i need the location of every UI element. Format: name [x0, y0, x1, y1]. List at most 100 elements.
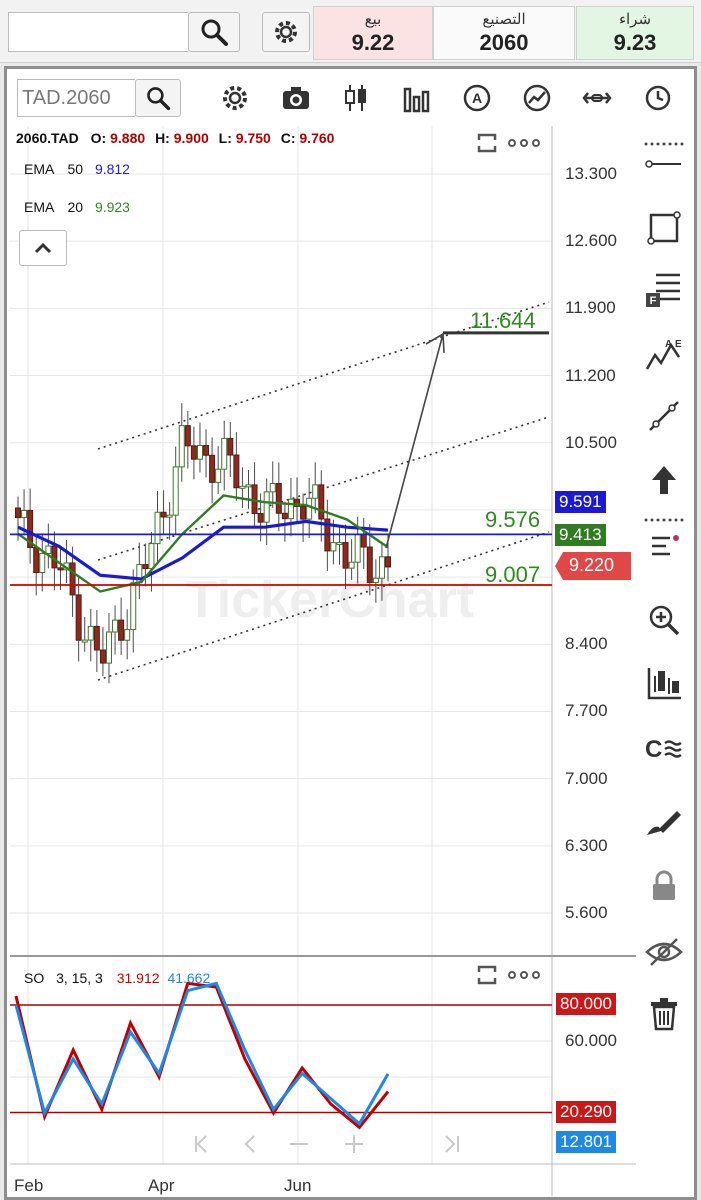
candle-body — [203, 444, 210, 456]
collapse-legend-button[interactable] — [19, 230, 67, 266]
draw-settings-button[interactable] — [644, 800, 684, 840]
trend-line-icon — [649, 401, 679, 431]
settings-icon — [223, 86, 247, 110]
compare-button[interactable] — [521, 82, 553, 114]
quote-bar: بيع 9.22 التصنيع 2060 شراء 9.23 — [0, 0, 701, 63]
candle-body — [348, 561, 355, 569]
trend-line-tool[interactable] — [644, 396, 684, 436]
watermark: TickerChart — [186, 571, 474, 629]
drawings-list-icon — [644, 518, 684, 556]
elliott-wave-tool[interactable]: AE — [644, 335, 684, 375]
candle-body — [378, 556, 385, 579]
svg-text:A: A — [665, 339, 672, 350]
symbol-search-input[interactable] — [8, 12, 188, 52]
svg-text:E: E — [675, 339, 682, 350]
settings-button[interactable] — [262, 12, 310, 52]
candle-body — [15, 507, 21, 519]
ema20-legend[interactable]: EMA 20 9.923 — [24, 199, 130, 215]
rectangle-tool[interactable] — [644, 208, 684, 248]
osc-options-button[interactable] — [507, 966, 541, 984]
hide-icon — [645, 938, 683, 966]
drawings-list-button[interactable] — [644, 518, 684, 560]
search-button[interactable] — [188, 12, 240, 52]
candle-body — [112, 619, 119, 633]
so-d-value: 41.662 — [167, 970, 211, 986]
lock-button[interactable] — [644, 866, 684, 906]
legend-l-value: 9.750 — [235, 130, 271, 146]
candle-body — [196, 444, 203, 460]
sell-quote: بيع 9.22 — [313, 6, 433, 60]
chart-symbol-input[interactable] — [17, 79, 135, 117]
buy-quote: شراء 9.23 — [576, 6, 694, 60]
candle-body — [336, 542, 343, 546]
candle-body — [21, 509, 28, 519]
sell-value: 9.22 — [351, 30, 395, 55]
candle-body — [209, 454, 216, 483]
osc-maximize-button[interactable] — [476, 964, 498, 986]
time-scroll-controls[interactable] — [195, 1135, 459, 1153]
ema50-price-tag: 9.591 — [555, 491, 606, 513]
candle-body — [142, 564, 149, 570]
more-options-icon — [508, 971, 540, 979]
link-button[interactable] — [581, 82, 613, 114]
candle-body — [215, 468, 222, 483]
candle-body — [269, 483, 276, 493]
chart-settings-button[interactable] — [219, 82, 251, 114]
indicators-button[interactable]: A — [461, 82, 493, 114]
time-label-apr: Apr — [148, 1176, 175, 1195]
ema50-value: 9.812 — [94, 161, 130, 177]
maximize-icon — [477, 965, 497, 985]
candle-body — [239, 485, 246, 489]
snapshot-button[interactable] — [280, 82, 312, 114]
time-range-button[interactable] — [642, 82, 674, 114]
fibonacci-icon: F — [646, 273, 680, 307]
candle-body — [69, 562, 76, 596]
candlestick-icon — [345, 85, 366, 111]
delete-drawings-button[interactable] — [644, 994, 684, 1034]
chart-type-candle-button[interactable] — [340, 82, 372, 114]
more-options-icon — [508, 139, 540, 147]
fibonacci-tool[interactable]: F — [644, 270, 684, 310]
arrow-up-tool[interactable] — [644, 460, 684, 500]
measure-tool[interactable] — [644, 664, 684, 704]
compare-icon — [523, 84, 551, 112]
so-legend[interactable]: SO 3, 15, 3 31.912 41.662 — [24, 970, 210, 986]
chevron-up-icon — [34, 242, 52, 254]
so-params: 3, 15, 3 — [56, 970, 103, 986]
search-icon — [201, 19, 228, 46]
hide-drawings-button[interactable] — [644, 932, 684, 972]
candle-body — [172, 466, 179, 516]
candle-body — [360, 533, 367, 548]
last-price-value: 9.220 — [569, 555, 615, 575]
candle-body — [300, 505, 307, 520]
buy-value: 9.23 — [613, 30, 657, 55]
candle-body — [306, 497, 313, 520]
ema20-value: 9.923 — [94, 199, 130, 215]
legend-symbol: 2060.TAD — [16, 130, 79, 146]
price-tick-label: 11.900 — [565, 298, 616, 318]
stochastic-oscillator — [10, 981, 552, 1130]
candle-body — [330, 542, 337, 552]
candle-body — [257, 513, 264, 523]
svg-text:F: F — [650, 295, 657, 307]
ema50-period: 50 — [67, 161, 84, 177]
lock-icon — [653, 870, 675, 900]
candle-body — [245, 484, 252, 488]
pane-maximize-button[interactable] — [476, 132, 498, 154]
magnet-tool[interactable]: C — [644, 728, 684, 768]
rectangle-tool-icon — [647, 211, 681, 245]
horizontal-line-tool[interactable] — [644, 144, 684, 184]
time-label-jun: Jun — [284, 1176, 312, 1195]
price-tick-label: 13.300 — [565, 164, 617, 183]
ema50-legend[interactable]: EMA 50 9.812 — [24, 161, 130, 177]
price-tick-label: 11.200 — [565, 365, 616, 385]
candle-body — [385, 556, 391, 568]
chart-type-bar-button[interactable] — [400, 82, 432, 114]
projection-arrow — [385, 333, 444, 549]
zoom-button[interactable] — [644, 600, 684, 640]
pane-options-button[interactable] — [507, 134, 541, 152]
chart-search-button[interactable] — [135, 79, 181, 117]
line-tool-icon — [645, 160, 681, 168]
candle-body — [81, 639, 88, 643]
price-chart[interactable]: TickerChart — [10, 126, 640, 1196]
